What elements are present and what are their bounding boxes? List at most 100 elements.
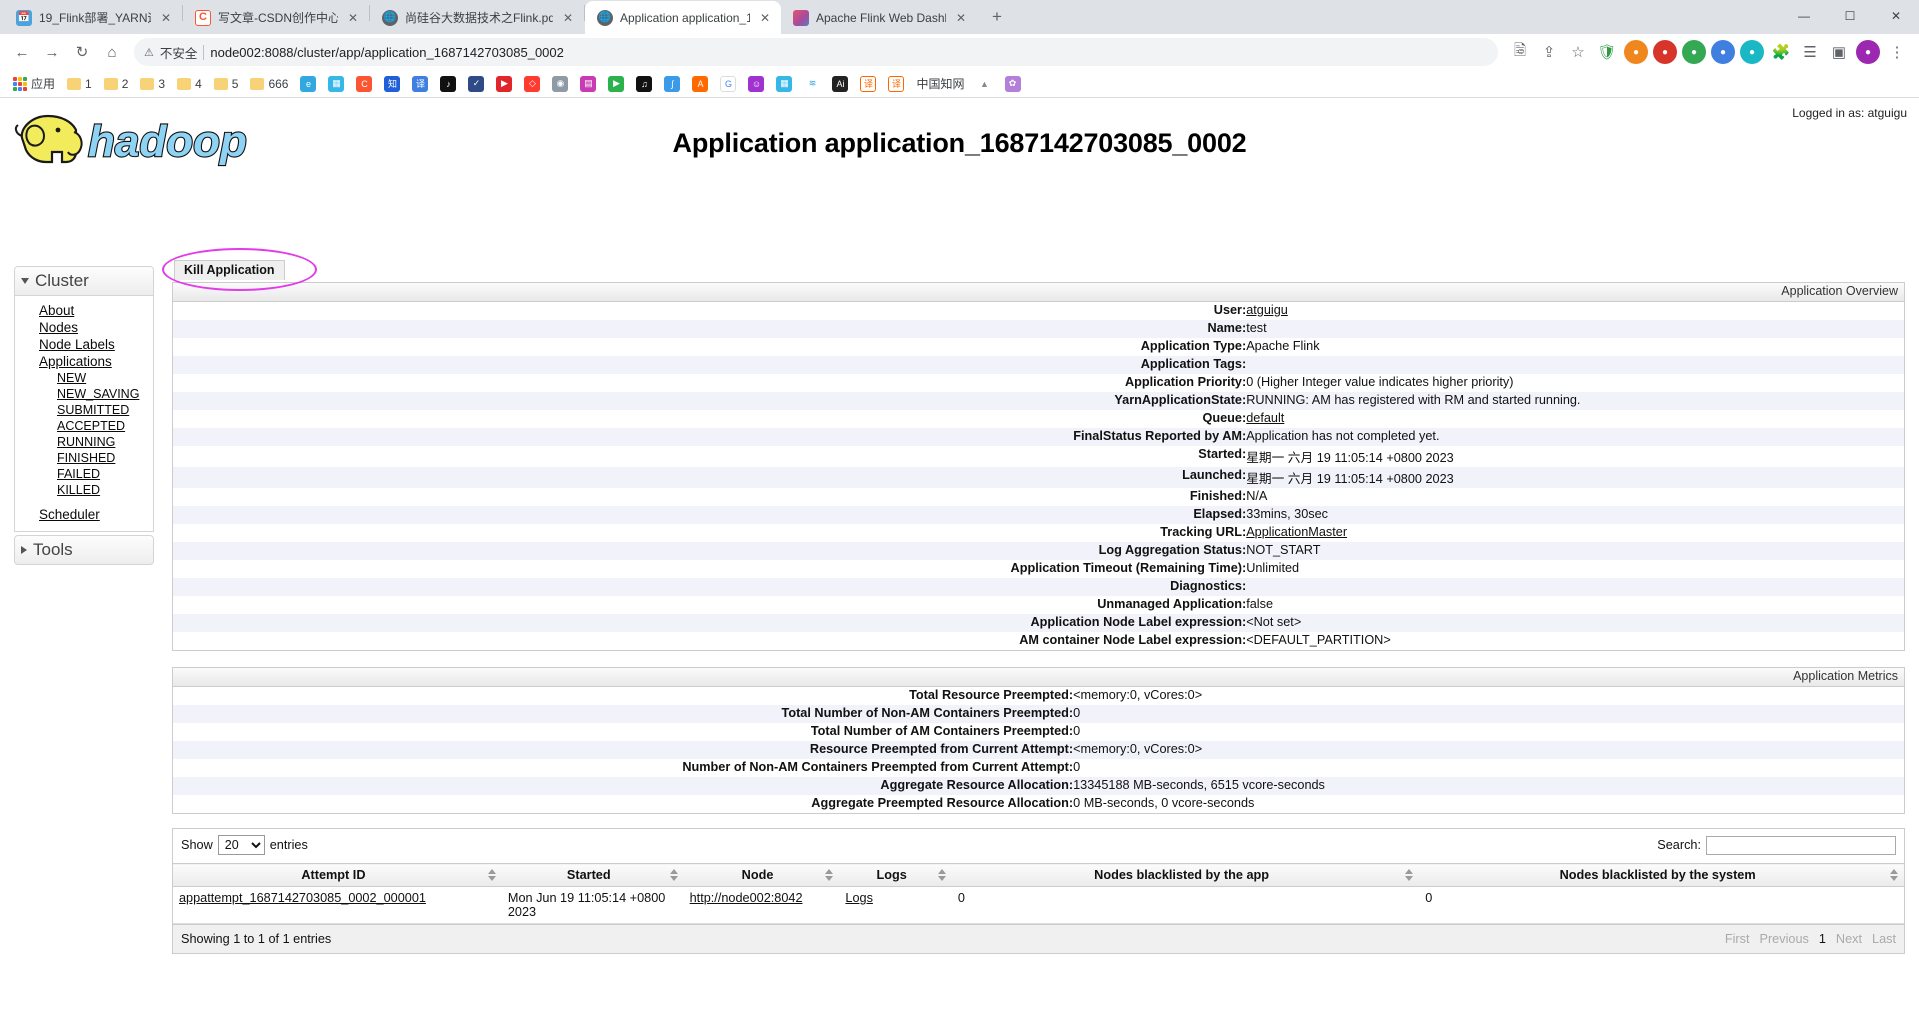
sidebar-item-new[interactable]: NEW [57,370,153,386]
bookmark-phone[interactable]: ▤ [575,74,601,94]
kill-application-button[interactable]: Kill Application [174,260,285,280]
browser-tab[interactable]: 📅 19_Flink部署_YARN运行模式_会 ✕ [4,1,182,34]
list-icon[interactable]: ☰ [1796,38,1824,66]
bookmark-edge[interactable]: e [295,74,321,94]
bookmark-flower[interactable]: ✿ [1000,74,1026,94]
browser-tab[interactable]: 🌐 尚硅谷大数据技术之Flink.pdf ✕ [370,1,584,34]
bookmark-meituan[interactable]: ✓ [463,74,489,94]
pagination-previous[interactable]: Previous [1759,932,1808,946]
bookmark-folder[interactable]: 4 [172,75,207,93]
bookmark-baidu-fanyi-2[interactable]: 译 [883,74,909,94]
pagination-next[interactable]: Next [1836,932,1862,946]
browser-tab-active[interactable]: 🌐 Application application_16871 ✕ [585,1,781,34]
sidebar-item-nodes[interactable]: Nodes [39,319,153,336]
pagination-first[interactable]: First [1725,932,1750,946]
node-link[interactable]: http://node002:8042 [690,891,803,905]
minimize-button[interactable]: — [1781,0,1827,32]
sidebar-item-node-labels[interactable]: Node Labels [39,336,153,353]
menu-icon[interactable]: ⋮ [1883,38,1911,66]
bookmark-zhihu[interactable]: 知 [379,74,405,94]
cluster-nav-header[interactable]: Cluster [15,267,153,296]
star-icon[interactable]: ☆ [1564,38,1592,66]
user-link[interactable]: atguigu [1246,303,1288,317]
bookmark-bilibili[interactable]: ▦ [771,74,797,94]
bookmark-alibaba[interactable]: ◇ [519,74,545,94]
bookmark-csdn[interactable]: C [351,74,377,94]
puzzle-icon[interactable]: 🧩 [1767,38,1795,66]
teal-extension-icon[interactable]: ● [1738,38,1766,66]
maximize-button[interactable]: ☐ [1827,0,1873,32]
column-header-started[interactable]: Started [501,863,684,887]
red-extension-icon[interactable]: ● [1651,38,1679,66]
forward-icon[interactable]: → [38,38,66,66]
column-header-nodes-blacklisted-system[interactable]: Nodes blacklisted by the system [1419,863,1904,887]
bookmark-baidu-fanyi[interactable]: 译 [855,74,881,94]
shield-extension-icon[interactable]: 🛡 [1593,38,1621,66]
reload-icon[interactable]: ↻ [68,38,96,66]
bookmark-cnki[interactable]: 中国知网 [911,73,969,94]
close-window-button[interactable]: ✕ [1873,0,1919,32]
bookmark-folder[interactable]: 1 [62,75,97,93]
share-icon[interactable]: ⇪ [1535,38,1563,66]
logs-link[interactable]: Logs [845,891,873,905]
bookmark-calendar[interactable]: ▦ [323,74,349,94]
attempt-id-link[interactable]: appattempt_1687142703085_0002_000001 [179,891,426,905]
translate-icon[interactable]: 🗟 [1506,38,1534,66]
sidebar-item-killed[interactable]: KILLED [57,482,153,498]
column-header-nodes-blacklisted-app[interactable]: Nodes blacklisted by the app [951,863,1420,887]
sidebar-item-accepted[interactable]: ACCEPTED [57,418,153,434]
green-extension-icon[interactable]: ● [1680,38,1708,66]
bookmark-jupyter[interactable]: ▲ [972,74,998,94]
back-icon[interactable]: ← [8,38,36,66]
browser-tab[interactable]: C 写文章-CSDN创作中心 ✕ [183,1,369,34]
close-icon[interactable]: ✕ [560,11,576,25]
bookmark-douyin[interactable]: ♫ [631,74,657,94]
sidebar-item-submitted[interactable]: SUBMITTED [57,402,153,418]
bookmark-folder[interactable]: 666 [245,75,293,93]
bookmark-folder[interactable]: 5 [209,75,244,93]
profile-icon[interactable]: ● [1854,38,1882,66]
bookmark-seaweed[interactable]: ≋ [799,74,825,94]
bookmark-translate[interactable]: 译 [407,74,433,94]
new-tab-button[interactable]: + [983,3,1011,31]
home-icon[interactable]: ⌂ [98,38,126,66]
close-icon[interactable]: ✕ [757,11,773,25]
pagination-page-1[interactable]: 1 [1819,932,1826,946]
orange-extension-icon[interactable]: ● [1622,38,1650,66]
bookmark-ai[interactable]: Ai [827,74,853,94]
column-header-node[interactable]: Node [683,863,840,887]
search-input[interactable] [1706,835,1896,855]
bookmark-apps[interactable]: 应用 [8,73,60,94]
address-bar[interactable]: ⚠ 不安全 node002:8088/cluster/app/applicati… [134,38,1498,66]
tracking-url-link[interactable]: ApplicationMaster [1246,525,1347,539]
sidebar-item-running[interactable]: RUNNING [57,434,153,450]
bookmark-aliyun[interactable]: A [687,74,713,94]
bookmark-folder[interactable]: 2 [99,75,134,93]
bookmark-google[interactable]: G [715,74,741,94]
page-length-select[interactable]: 204060100 [217,835,265,855]
sidebar-item-finished[interactable]: FINISHED [57,450,153,466]
sidebar-item-about[interactable]: About [39,302,153,319]
column-header-attempt-id[interactable]: Attempt ID [173,863,502,887]
bookmark-weixin[interactable]: ◉ [547,74,573,94]
column-header-logs[interactable]: Logs [839,863,952,887]
sidebar-item-applications[interactable]: Applications [39,353,153,370]
blue-extension-icon[interactable]: ● [1709,38,1737,66]
bookmark-youtube[interactable]: ▶ [491,74,517,94]
side-panel-icon[interactable]: ▣ [1825,38,1853,66]
sidebar-item-scheduler[interactable]: Scheduler [39,506,153,523]
tools-nav-header[interactable]: Tools [14,535,154,565]
bookmark-tiktok[interactable]: ♪ [435,74,461,94]
bookmark-play[interactable]: ▶ [603,74,629,94]
queue-link[interactable]: default [1246,411,1284,425]
close-icon[interactable]: ✕ [158,11,174,25]
close-icon[interactable]: ✕ [953,11,969,25]
bookmark-folder[interactable]: 3 [135,75,170,93]
browser-tab[interactable]: Apache Flink Web Dashboard ✕ [781,1,977,34]
sidebar-item-failed[interactable]: FAILED [57,466,153,482]
close-icon[interactable]: ✕ [345,11,361,25]
sidebar-item-new-saving[interactable]: NEW_SAVING [57,386,153,402]
pagination-last[interactable]: Last [1872,932,1896,946]
bookmark-wave[interactable]: ∫ [659,74,685,94]
bookmark-chat[interactable]: ☺ [743,74,769,94]
